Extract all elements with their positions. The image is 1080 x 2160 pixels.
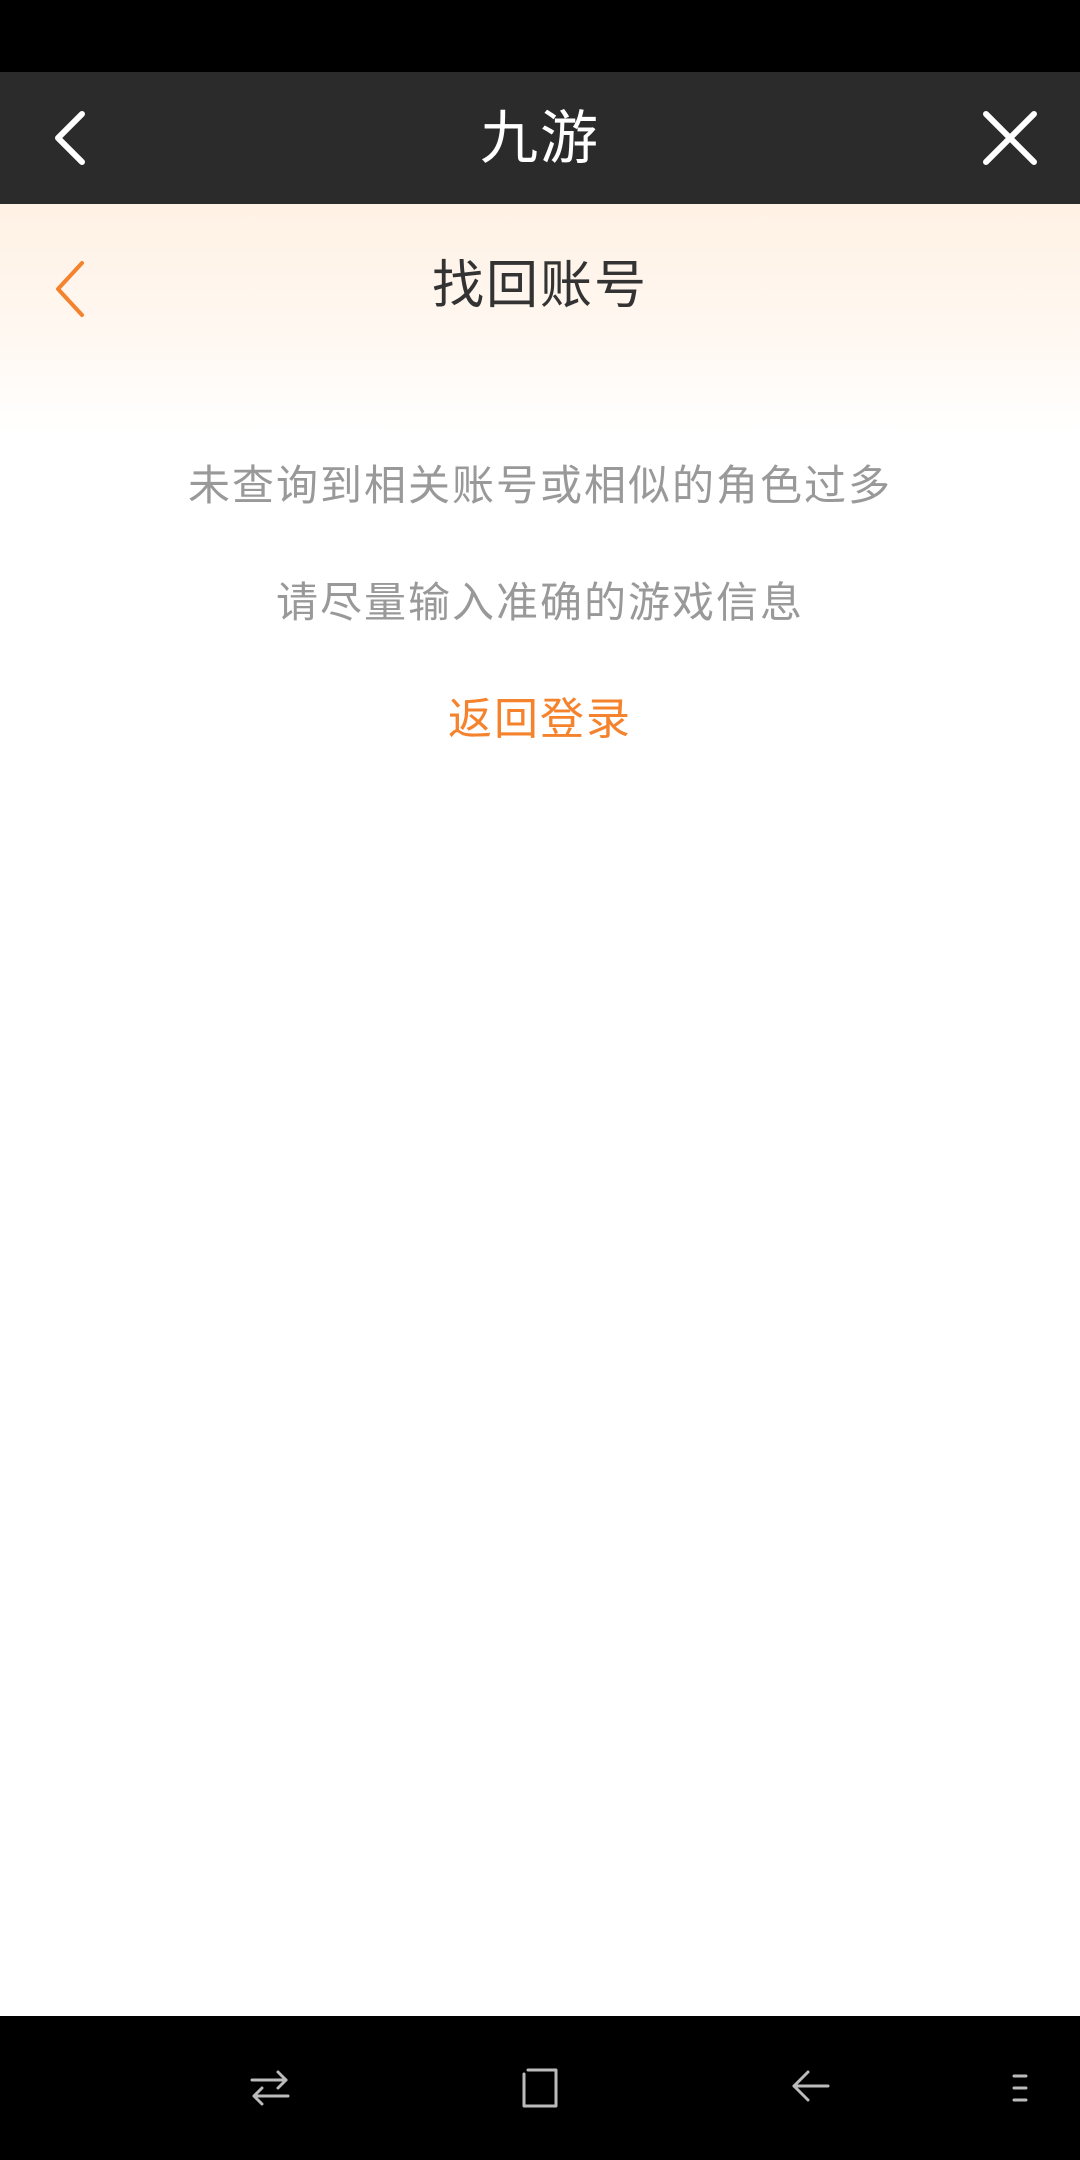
chevron-left-icon — [55, 111, 85, 165]
status-bar — [0, 0, 1080, 72]
back-icon — [792, 2070, 830, 2102]
not-found-message: 未查询到相关账号或相似的角色过多 — [187, 461, 892, 510]
page-header: 找回账号 — [0, 204, 1080, 434]
hint-message: 请尽量输入准确的游戏信息 — [275, 578, 804, 627]
app-back-button[interactable] — [30, 98, 110, 178]
menu-icon — [1012, 2074, 1028, 2102]
return-login-link[interactable]: 返回登录 — [390, 688, 690, 752]
home-icon — [522, 2068, 558, 2108]
recent-apps-button[interactable] — [230, 2048, 310, 2128]
menu-button[interactable] — [980, 2048, 1060, 2128]
recent-apps-icon — [250, 2070, 290, 2106]
back-button[interactable] — [770, 2048, 850, 2128]
app-close-button[interactable] — [970, 98, 1050, 178]
system-nav-bar — [0, 2016, 1080, 2160]
page-title: 找回账号 — [431, 256, 648, 316]
app-bar: 九游 — [0, 72, 1080, 204]
page-back-button[interactable] — [30, 244, 110, 334]
app-title: 九游 — [479, 104, 600, 172]
chevron-left-icon — [56, 261, 84, 317]
close-icon — [983, 111, 1037, 165]
home-button[interactable] — [500, 2048, 580, 2128]
